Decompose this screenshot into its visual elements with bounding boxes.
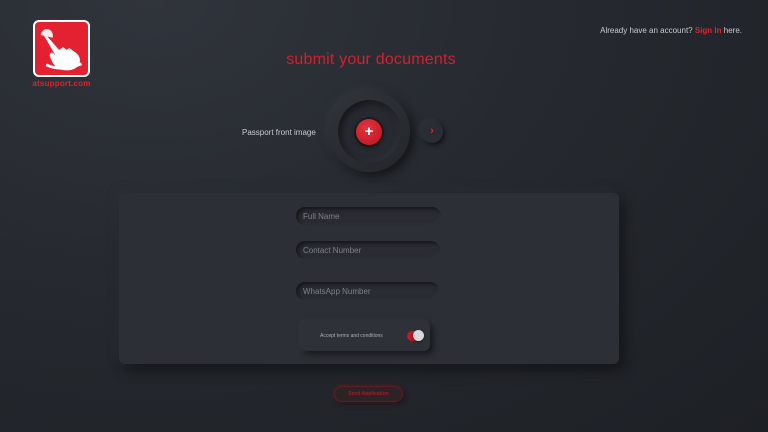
- upload-label: Passport front image: [242, 128, 316, 137]
- signin-suffix: here.: [723, 26, 742, 35]
- chevron-right-icon[interactable]: ›: [421, 121, 443, 143]
- page-title: submit your documents: [286, 51, 456, 68]
- page: atsupport.com Already have an account? S…: [0, 0, 768, 432]
- plus-icon[interactable]: +: [356, 119, 382, 145]
- terms-label: Accept terms and conditions: [320, 333, 383, 339]
- contact-number-input[interactable]: [296, 241, 440, 259]
- signin-prompt: Already have an account? Sign In here.: [600, 26, 742, 35]
- full-name-input[interactable]: [296, 207, 441, 225]
- signin-link[interactable]: Sign In: [695, 26, 722, 35]
- whatsapp-number-input[interactable]: [296, 282, 439, 300]
- toggle-knob: [413, 330, 424, 341]
- logo-text: atsupport.com: [32, 79, 91, 88]
- signin-prefix: Already have an account?: [600, 26, 693, 35]
- terms-panel: Accept terms and conditions: [301, 321, 430, 351]
- terms-toggle[interactable]: [407, 330, 424, 341]
- submit-button[interactable]: Send Application: [334, 386, 403, 402]
